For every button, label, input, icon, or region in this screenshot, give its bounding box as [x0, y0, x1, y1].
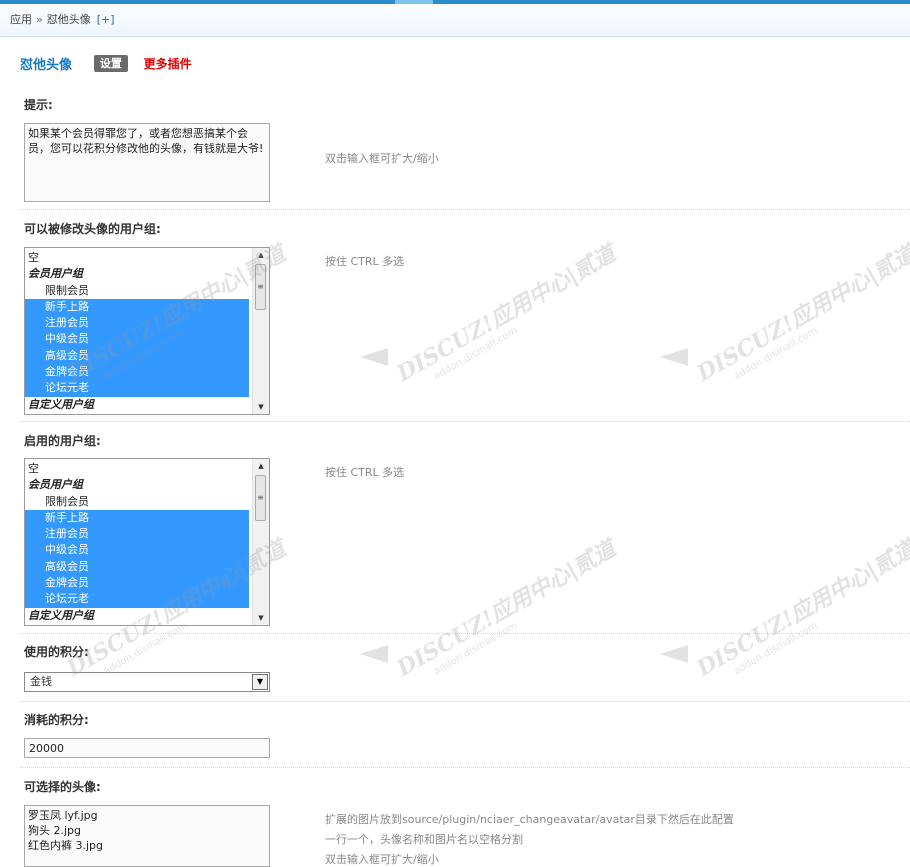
- listbox-option[interactable]: 注册会员: [25, 315, 249, 332]
- watermark-arrow-icon: [660, 645, 688, 663]
- breadcrumb-item-apps[interactable]: 应用: [10, 4, 32, 36]
- section-divider: [20, 209, 910, 210]
- listbox-option[interactable]: 金牌会员: [25, 575, 249, 592]
- breadcrumb-separator: »: [36, 13, 43, 26]
- watermark-arrow-icon: [660, 348, 688, 366]
- section-divider: [20, 701, 910, 702]
- scroll-down-arrow-icon[interactable]: ▼: [253, 611, 269, 625]
- avatars-label: 可选择的头像:: [24, 780, 101, 794]
- listbox-optgroup: 自定义用户组: [28, 397, 94, 411]
- watermark-sub: addon.dismall.com: [431, 325, 520, 383]
- scroll-up-arrow-icon[interactable]: ▲: [253, 248, 269, 262]
- listbox-option[interactable]: 中级会员: [25, 542, 249, 559]
- modifiable-groups-listbox[interactable]: 空会员用户组限制会员 新手上路 注册会员 中级会员 高级会员 金牌会员 论坛元老 自定义用户组…: [24, 247, 270, 415]
- listbox-option[interactable]: 空: [25, 250, 249, 266]
- credit-cost-label: 消耗的积分:: [24, 713, 89, 727]
- watermark: DISCUZ!应用中心|贰道 addon.dismall.com: [390, 236, 626, 397]
- watermark-sub: addon.dismall.com: [731, 620, 820, 678]
- avatars-hint-path: 扩展的图片放到source/plugin/nciaer_changeavatar…: [325, 813, 734, 826]
- scroll-thumb[interactable]: ≡: [255, 264, 266, 310]
- listbox-scrollbar[interactable]: ▲ ≡ ▼: [252, 248, 269, 414]
- tip-label: 提示:: [24, 98, 53, 112]
- listbox-option[interactable]: 限制会员: [25, 283, 249, 299]
- settings-tab-button[interactable]: 设置: [93, 55, 128, 72]
- credit-type-select[interactable]: 金钱 ▼: [24, 672, 270, 692]
- watermark-sub: addon.dismall.com: [431, 620, 520, 678]
- listbox-option[interactable]: 金牌会员: [25, 364, 249, 381]
- watermark: DISCUZ!应用中心|贰道 addon.dismall.com: [690, 236, 910, 397]
- credit-type-selected: 金钱: [30, 675, 52, 688]
- enabled-groups-listbox[interactable]: 空会员用户组限制会员 新手上路 注册会员 中级会员 高级会员 金牌会员 论坛元老 自定义用户组…: [24, 458, 270, 626]
- dropdown-arrow-icon[interactable]: ▼: [252, 674, 268, 690]
- watermark-text: DISCUZ!应用中心|贰道: [392, 535, 621, 682]
- watermark: DISCUZ!应用中心|贰道 addon.dismall.com: [390, 531, 626, 692]
- listbox-option[interactable]: 论坛元老: [25, 380, 249, 397]
- plugin-header: 怼他头像 设置 更多插件: [20, 54, 192, 74]
- modifiable-groups-options: 空会员用户组限制会员 新手上路 注册会员 中级会员 高级会员 金牌会员 论坛元老 自定义用户组: [25, 250, 249, 413]
- breadcrumb: 应用 » 怼他头像 [+]: [0, 4, 910, 37]
- listbox-option[interactable]: 空: [25, 461, 249, 477]
- more-plugins-link[interactable]: 更多插件: [144, 57, 192, 71]
- credit-type-label: 使用的积分:: [24, 645, 89, 659]
- tip-hint: 双击输入框可扩大/缩小: [325, 152, 439, 165]
- watermark-text: DISCUZ!应用中心|贰道: [692, 535, 910, 682]
- listbox-option[interactable]: 新手上路: [25, 298, 249, 316]
- breadcrumb-item-current: 怼他头像: [46, 13, 91, 26]
- watermark: DISCUZ!应用中心|贰道 addon.dismall.com: [690, 531, 910, 692]
- watermark-sub: addon.dismall.com: [731, 325, 820, 383]
- listbox-option[interactable]: 限制会员: [25, 494, 249, 510]
- listbox-scrollbar[interactable]: ▲ ≡ ▼: [252, 459, 269, 625]
- credit-cost-input[interactable]: [24, 738, 270, 758]
- listbox-optgroup: 自定义用户组: [28, 608, 94, 622]
- listbox-optgroup: 会员用户组: [28, 267, 83, 281]
- add-shortcut-link[interactable]: [+]: [97, 4, 115, 36]
- modifiable-groups-label: 可以被修改头像的用户组:: [24, 222, 161, 236]
- plugin-title: 怼他头像: [20, 58, 73, 73]
- avatars-hint-format: 一行一个，头像名称和图片名以空格分割: [325, 833, 523, 846]
- listbox-option[interactable]: 中级会员: [25, 331, 249, 348]
- listbox-optgroup: 会员用户组: [28, 478, 83, 492]
- section-divider: [20, 633, 910, 634]
- enabled-groups-options: 空会员用户组限制会员 新手上路 注册会员 中级会员 高级会员 金牌会员 论坛元老 自定义用户组: [25, 461, 249, 624]
- avatars-textarea[interactable]: 罗玉凤 lyf.jpg 狗头 2.jpg 红色内裤 3.jpg: [24, 805, 270, 867]
- watermark-arrow-icon: [360, 645, 388, 663]
- scroll-thumb[interactable]: ≡: [255, 475, 266, 521]
- enabled-groups-label: 启用的用户组:: [24, 434, 101, 448]
- watermark-text: DISCUZ!应用中心|贰道: [692, 240, 910, 387]
- modifiable-groups-hint: 按住 CTRL 多选: [325, 255, 405, 268]
- listbox-option[interactable]: 高级会员: [25, 558, 249, 576]
- tip-textarea[interactable]: 如果某个会员得罪您了，或者您想恶搞某个会员，您可以花积分修改他的头像，有钱就是大…: [24, 123, 270, 202]
- listbox-option[interactable]: 新手上路: [25, 509, 249, 527]
- listbox-option[interactable]: 注册会员: [25, 526, 249, 543]
- listbox-option[interactable]: 高级会员: [25, 347, 249, 365]
- section-divider: [20, 767, 910, 768]
- watermark-text: DISCUZ!应用中心|贰道: [392, 240, 621, 387]
- watermark-arrow-icon: [360, 348, 388, 366]
- enabled-groups-hint: 按住 CTRL 多选: [325, 466, 405, 479]
- listbox-option[interactable]: 论坛元老: [25, 591, 249, 608]
- scroll-up-arrow-icon[interactable]: ▲: [253, 459, 269, 473]
- section-divider: [20, 421, 910, 422]
- scroll-down-arrow-icon[interactable]: ▼: [253, 400, 269, 414]
